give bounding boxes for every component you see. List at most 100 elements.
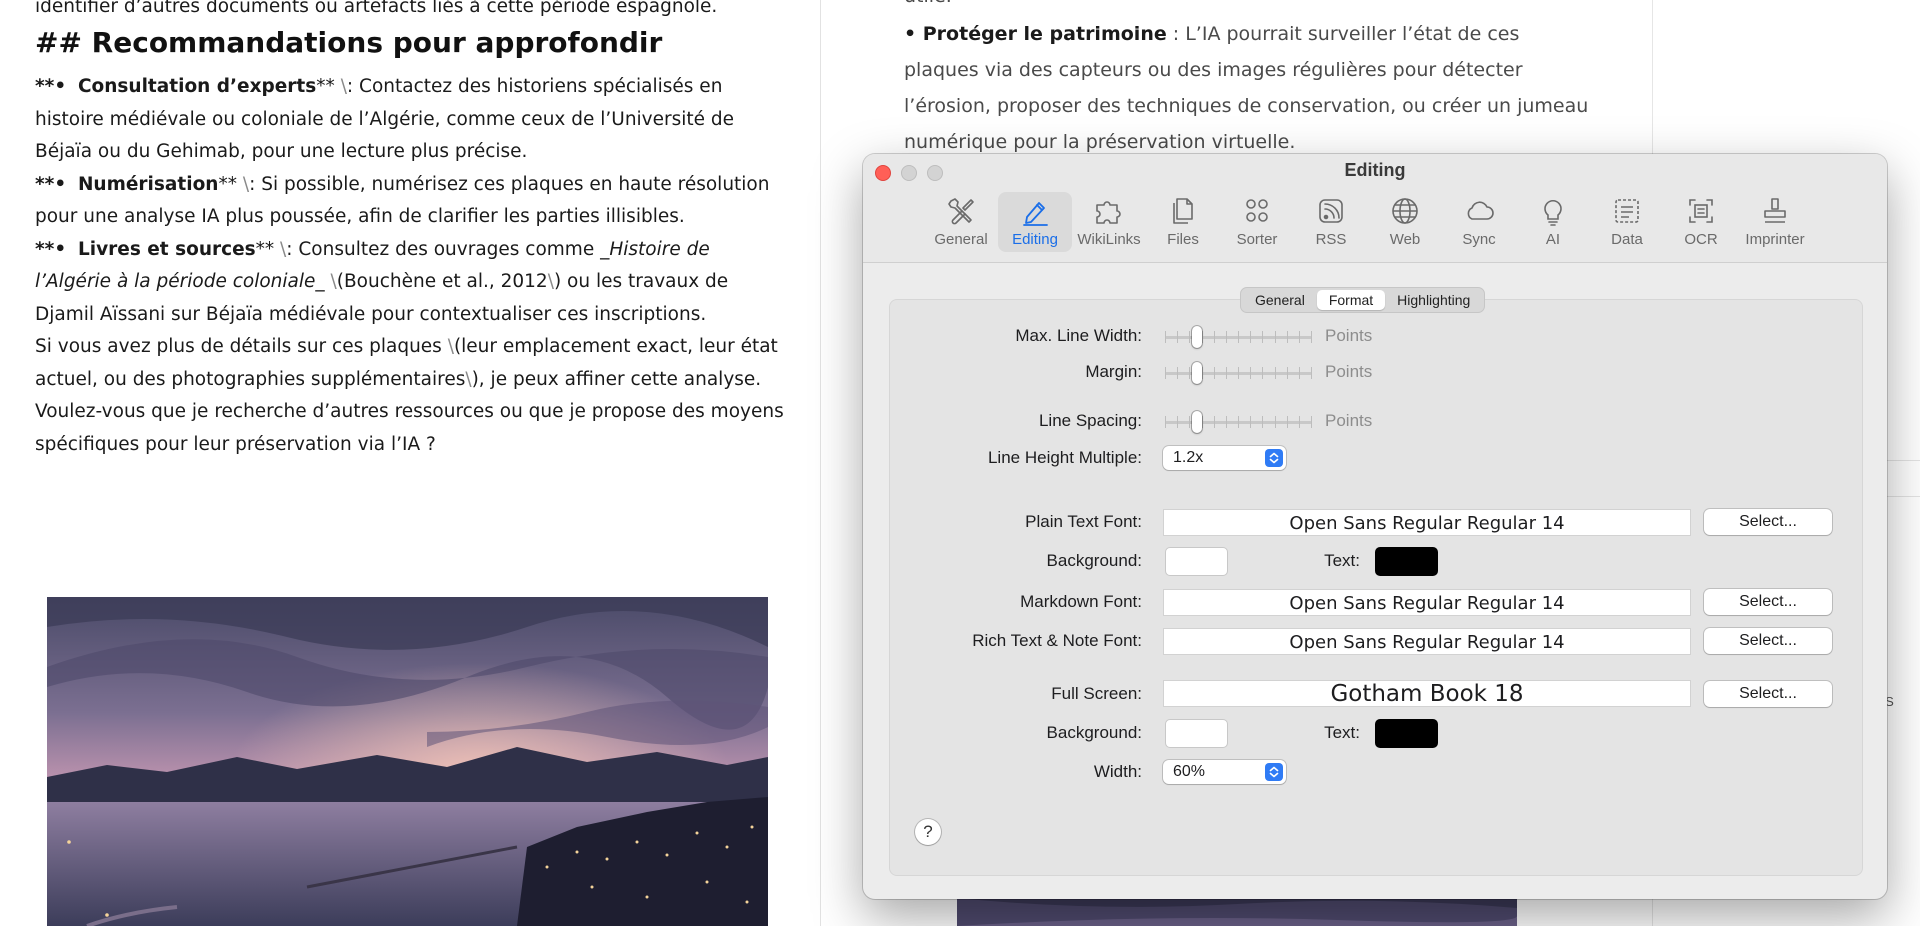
slider-tick xyxy=(1189,367,1190,379)
doc-body: **• Consultation d’experts** \: Contacte… xyxy=(35,71,785,461)
puzzle-icon xyxy=(1096,201,1121,224)
plain-text-font-field[interactable]: Open Sans Regular Regular 14 xyxy=(1163,509,1691,536)
subtab-highlighting[interactable]: Highlighting xyxy=(1385,290,1482,310)
ocr-icon xyxy=(1689,199,1713,223)
fullscreen-background-color-well[interactable] xyxy=(1165,719,1228,748)
doc-closing-paragraph: Si vous avez plus de détails sur ces pla… xyxy=(35,336,784,455)
slider-tick xyxy=(1202,416,1203,428)
slider-tick xyxy=(1226,331,1227,343)
tab-ai[interactable]: AI xyxy=(1516,192,1590,252)
points-unit: Points xyxy=(1325,411,1373,430)
coastal-city-photo xyxy=(47,597,768,926)
text-color-well[interactable] xyxy=(1375,547,1438,576)
plain-text-font-select-button[interactable]: Select... xyxy=(1704,509,1832,535)
slider-tick xyxy=(1287,331,1288,343)
tab-label: Editing xyxy=(1012,231,1058,248)
tab-general[interactable]: General xyxy=(924,192,998,252)
slider-tick xyxy=(1275,331,1276,343)
slider-tick xyxy=(1202,367,1203,379)
fullscreen-text-color-well[interactable] xyxy=(1375,719,1438,748)
tab-sorter[interactable]: Sorter xyxy=(1220,192,1294,252)
points-unit: Points xyxy=(1325,362,1373,381)
markdown-font-label: Markdown Font: xyxy=(1020,592,1142,611)
tab-label: Files xyxy=(1167,231,1199,248)
slider-tick xyxy=(1250,367,1251,379)
slider-tick xyxy=(1165,367,1166,379)
tab-sync[interactable]: Sync xyxy=(1442,192,1516,252)
popup-value: 60% xyxy=(1173,763,1206,780)
subtab-format[interactable]: Format xyxy=(1316,290,1386,310)
slider-tick xyxy=(1262,367,1263,379)
tab-label: Sorter xyxy=(1236,231,1278,248)
popup-value: 1.2x xyxy=(1173,449,1204,466)
slider-tick xyxy=(1189,416,1190,428)
margin-label: Margin: xyxy=(1085,362,1142,381)
coastal-photo-preview xyxy=(957,898,1517,926)
tab-label: AI xyxy=(1545,231,1561,248)
margin-slider[interactable] xyxy=(1165,362,1312,384)
tab-label: Data xyxy=(1611,231,1643,248)
full-screen-font-field[interactable]: Gotham Book 18 xyxy=(1163,680,1691,707)
width-popup[interactable]: 60% xyxy=(1163,760,1286,784)
slider-tick xyxy=(1177,331,1178,343)
tab-files[interactable]: Files xyxy=(1146,192,1220,252)
subtab-general[interactable]: General xyxy=(1243,290,1317,310)
tab-label: Imprinter xyxy=(1745,231,1805,248)
window-titlebar[interactable]: Editing General Editing WikiLinks Files … xyxy=(863,154,1887,263)
tab-editing[interactable]: Editing xyxy=(998,192,1072,252)
slider-tick xyxy=(1238,416,1239,428)
help-button[interactable]: ? xyxy=(915,819,941,845)
tab-label: WikiLinks xyxy=(1077,231,1141,248)
slider-tick xyxy=(1238,367,1239,379)
sorter-icon xyxy=(1246,199,1268,222)
slider-tick xyxy=(1287,416,1288,428)
max-line-width-label: Max. Line Width: xyxy=(1015,326,1142,345)
slider-thumb[interactable] xyxy=(1192,362,1202,384)
line-spacing-label: Line Spacing: xyxy=(1038,411,1142,430)
slider-thumb[interactable] xyxy=(1192,326,1202,348)
tab-data[interactable]: Data xyxy=(1590,192,1664,252)
markdown-font-field[interactable]: Open Sans Regular Regular 14 xyxy=(1163,589,1691,616)
pencil-icon xyxy=(1023,202,1048,226)
slider-tick xyxy=(1238,331,1239,343)
tab-imprinter[interactable]: Imprinter xyxy=(1738,192,1812,252)
slider-tick xyxy=(1299,416,1300,428)
tab-rss[interactable]: RSS xyxy=(1294,192,1368,252)
points-unit: Points xyxy=(1325,326,1373,345)
slider-tick xyxy=(1177,367,1178,379)
full-screen-font-select-button[interactable]: Select... xyxy=(1704,681,1832,707)
fullscreen-background-label: Background: xyxy=(1046,723,1142,742)
slider-thumb[interactable] xyxy=(1192,411,1202,433)
tab-web[interactable]: Web xyxy=(1368,192,1442,252)
right-body: • Protéger le patrimoine : L’IA pourrait… xyxy=(904,23,1589,153)
slider-tick xyxy=(1226,367,1227,379)
rich-text-font-field[interactable]: Open Sans Regular Regular 14 xyxy=(1163,628,1691,655)
files-icon xyxy=(1173,198,1193,224)
line-spacing-slider[interactable] xyxy=(1165,411,1312,433)
slider-tick xyxy=(1214,331,1215,343)
preferences-window[interactable]: Editing General Editing WikiLinks Files … xyxy=(863,154,1887,899)
tab-wikilinks[interactable]: WikiLinks xyxy=(1072,192,1146,252)
line-height-multiple-popup[interactable]: 1.2x xyxy=(1163,446,1286,470)
cloud-icon xyxy=(1467,201,1494,220)
slider-tick xyxy=(1262,331,1263,343)
rich-text-font-select-button[interactable]: Select... xyxy=(1704,628,1832,654)
background-color-well[interactable] xyxy=(1165,547,1228,576)
plain-text-font-label: Plain Text Font: xyxy=(1025,512,1142,531)
slider-tick xyxy=(1299,331,1300,343)
tab-label: Web xyxy=(1389,231,1421,248)
slider-tick xyxy=(1165,331,1166,343)
left-document-pane[interactable]: identifier d’autres documents ou artefac… xyxy=(0,0,820,926)
stamp-icon xyxy=(1764,198,1786,223)
chevron-updown-icon xyxy=(1265,449,1283,467)
subtab-segmented-control: General Format Highlighting xyxy=(1240,287,1486,313)
max-line-width-slider[interactable] xyxy=(1165,326,1312,348)
tab-label: RSS xyxy=(1315,231,1347,248)
chevron-updown-icon xyxy=(1265,763,1283,781)
slider-tick xyxy=(1165,416,1166,428)
slider-tick xyxy=(1214,367,1215,379)
globe-icon xyxy=(1392,198,1418,224)
tab-ocr[interactable]: OCR xyxy=(1664,192,1738,252)
markdown-font-select-button[interactable]: Select... xyxy=(1704,589,1832,615)
slider-tick xyxy=(1311,416,1312,428)
